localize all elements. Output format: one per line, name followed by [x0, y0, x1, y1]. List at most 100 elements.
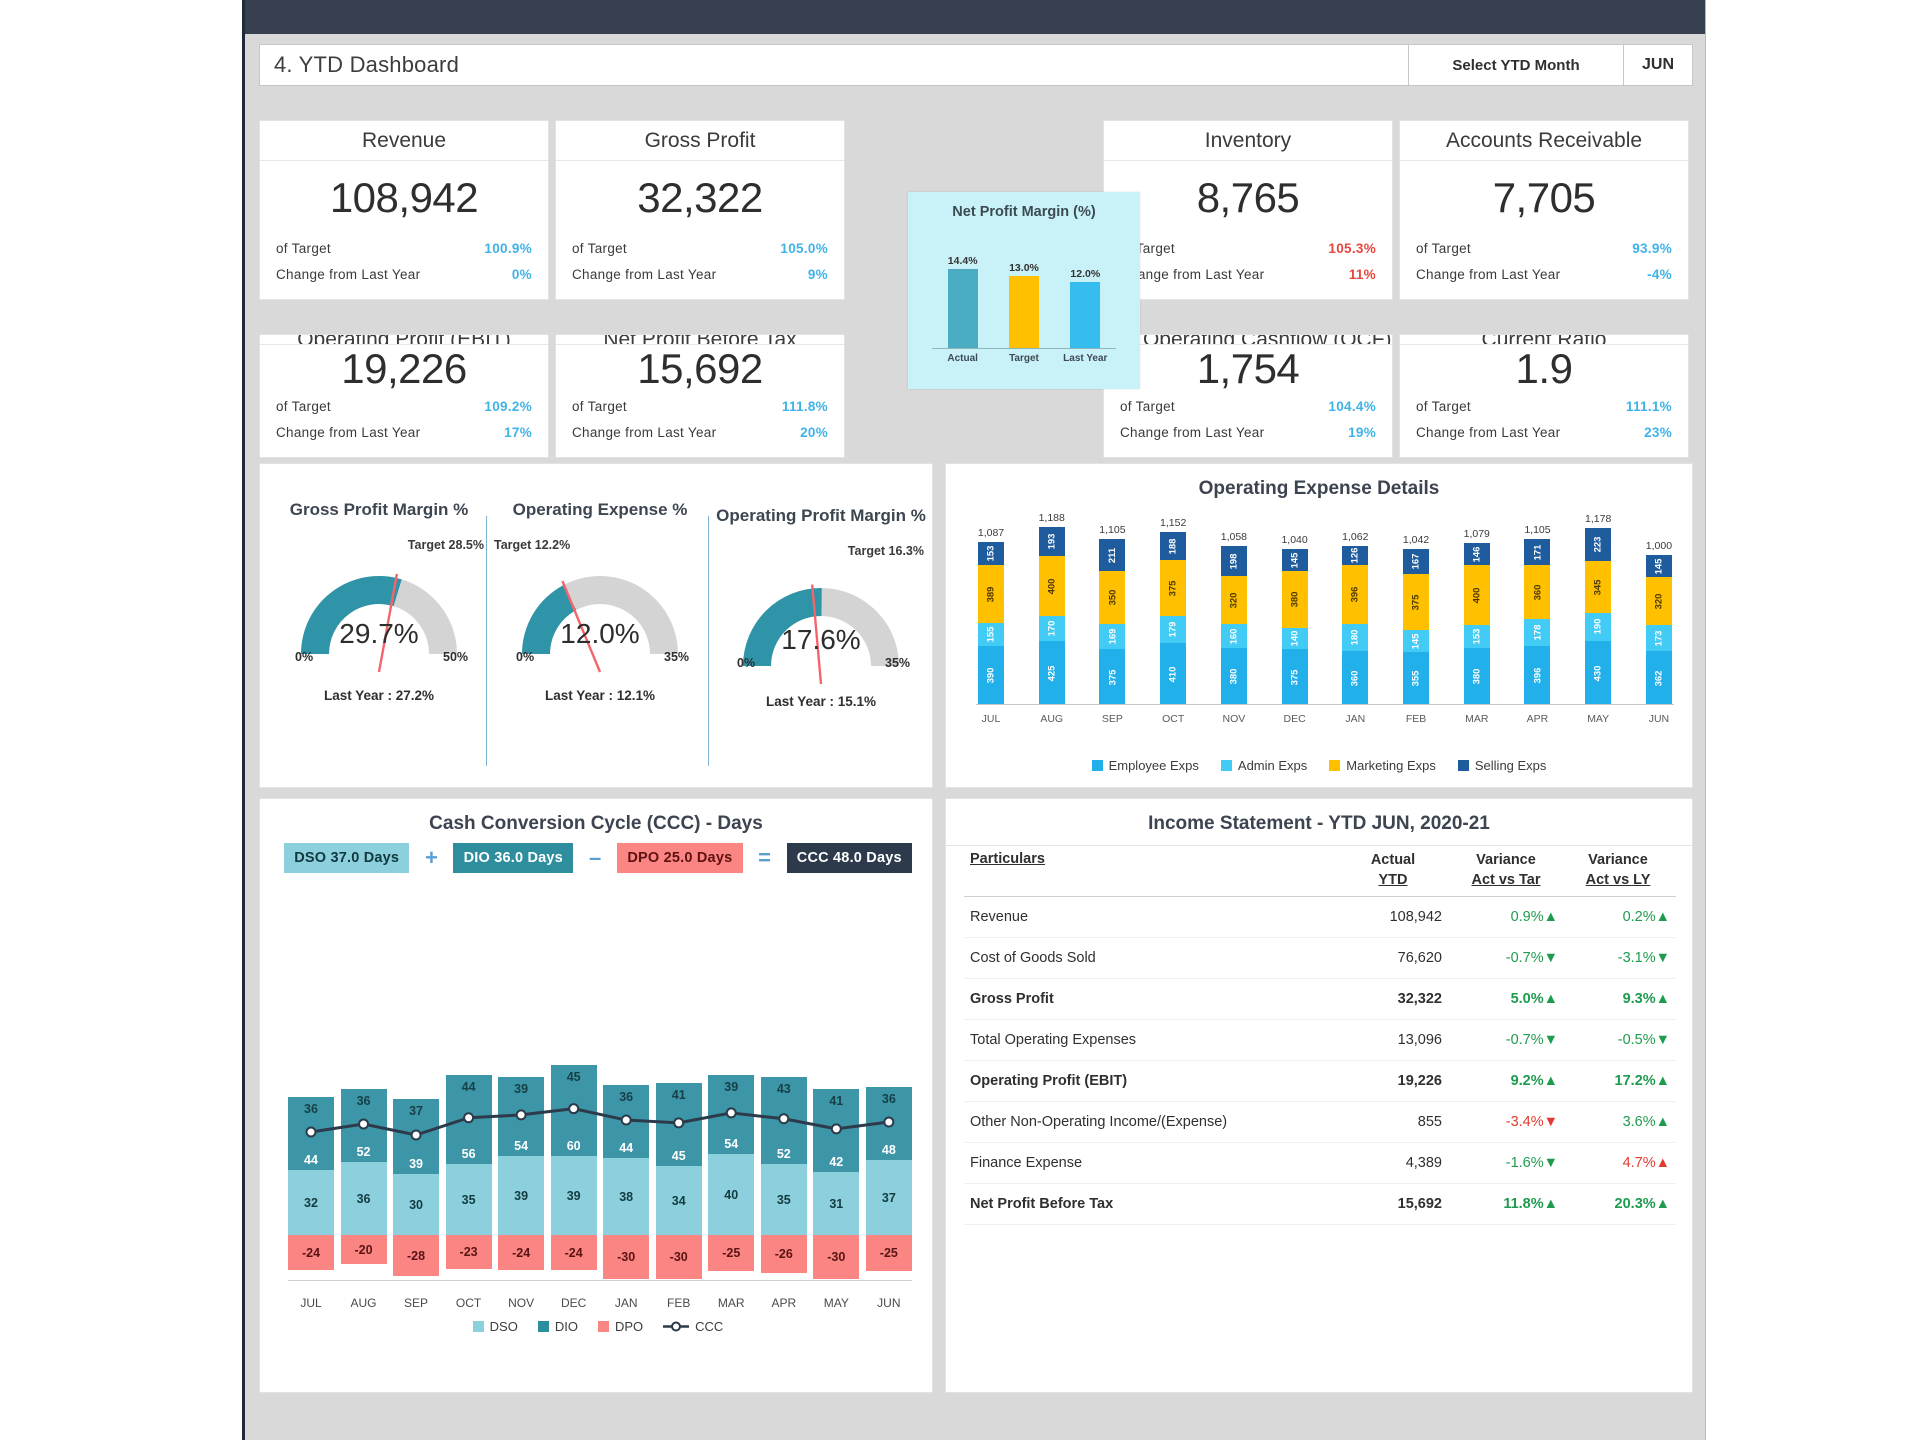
kpi-change-label: Change from Last Year: [1120, 424, 1265, 440]
legend-label: CCC: [695, 1319, 724, 1334]
opex-segment: 188: [1160, 532, 1187, 560]
kpi-target-label: of Target: [1120, 398, 1175, 414]
opex-bar-column: 1,062 126 396 180 360: [1340, 531, 1370, 705]
kpi-target-row: of Target 111.1%: [1416, 393, 1672, 419]
opex-total-label: 1,105: [1099, 524, 1126, 536]
opex-bar-column: 1,152 188 375 179 410: [1158, 517, 1188, 705]
income-statement-title: Income Statement - YTD JUN, 2020-21: [946, 799, 1692, 846]
ccc-dso-segment: 40: [708, 1154, 755, 1235]
ccc-legend-item: DIO: [537, 1319, 578, 1334]
opex-segment: 190: [1585, 612, 1612, 642]
opex-bar-column: 1,105 211 350 169 375: [1097, 524, 1127, 705]
opex-title: Operating Expense Details: [1198, 478, 1440, 499]
net-profit-margin-popup[interactable]: Net Profit Margin (%) 14.4% 13.0% 12.0% …: [908, 192, 1140, 389]
kpi-change-label: Change from Last Year: [276, 424, 421, 440]
opex-segment: 410: [1160, 643, 1187, 705]
opex-stack: 145 380 140 375: [1281, 549, 1308, 705]
opex-segment: 389: [978, 565, 1004, 623]
row-actual: 32,322: [1397, 991, 1442, 1008]
ccc-x-label: MAY: [823, 1296, 849, 1310]
opex-bar-column: 1,000 145 320 173 362: [1644, 540, 1674, 705]
ccc-ccc-value: 60: [566, 1139, 581, 1153]
kpi-target-row: of Target 111.8%: [572, 393, 828, 419]
popup-title: Net Profit Margin (%): [952, 204, 1096, 220]
kpi-card-revenue: Revenue 108,942 of Target 100.9% Change …: [259, 120, 549, 300]
opex-segment: 179: [1160, 616, 1187, 643]
ccc-dio-value: 36: [619, 1090, 634, 1104]
ccc-dpo-segment: -30: [813, 1235, 860, 1279]
opex-stack: 223 345 190 430: [1585, 528, 1612, 706]
opex-segment: 320: [1220, 576, 1247, 624]
opex-stack: 171 360 178 396: [1524, 539, 1551, 705]
ccc-ccc-value: 52: [776, 1147, 791, 1161]
popup-bar-label: 14.4%: [947, 255, 978, 267]
legend-swatch-icon: [472, 1321, 484, 1332]
opex-segment: 380: [1281, 571, 1308, 628]
row-variance-ly: 20.3%▲: [1566, 1196, 1676, 1212]
popup-bars: 14.4% 13.0% 12.0%: [932, 234, 1116, 349]
ytd-month-selector[interactable]: JUN: [1624, 44, 1693, 86]
row-variance-target: -0.7%▼: [1454, 950, 1566, 966]
ccc-ccc-value: 52: [356, 1145, 371, 1159]
ccc-dso-segment: 30: [393, 1174, 440, 1235]
ccc-positive-stack: 37 39 30: [393, 1099, 440, 1235]
popup-bar-last-year: 12.0%: [1059, 234, 1111, 348]
popup-bar-rect: [1008, 276, 1039, 348]
ccc-bar-column: 36 48 37 -25: [865, 899, 912, 1290]
col-variance-target: Variance Act vs Tar: [1454, 851, 1566, 890]
opex-segment: 375: [1403, 574, 1430, 630]
ccc-x-label: OCT: [455, 1296, 482, 1310]
opex-legend-item: Employee Exps: [1091, 758, 1199, 773]
ccc-dio-value: 39: [724, 1080, 739, 1094]
kpi-change-row: Change from Last Year 23%: [1416, 419, 1672, 445]
kpi-card-net-profit-before-tax: Net Profit Before Tax 15,692 of Target 1…: [555, 334, 845, 458]
opex-bar-column: 1,087 153 389 155 390: [976, 527, 1006, 705]
gauge-min-label: 0%: [295, 650, 314, 664]
gauge-title: Operating Profit Margin %: [716, 506, 926, 525]
ccc-dpo-segment: -23: [445, 1235, 492, 1269]
kpi-metrics: of Target 111.1% Change from Last Year 2…: [1400, 393, 1688, 457]
gauge-divider: [486, 516, 487, 766]
row-label: Cost of Goods Sold: [970, 950, 1096, 967]
kpi-change-row: Change from Last Year 9%: [572, 261, 828, 287]
gauge-target-label: Target 16.3%: [847, 544, 924, 558]
opex-segment: 390: [978, 646, 1004, 704]
kpi-card-gross-profit: Gross Profit 32,322 of Target 105.0% Cha…: [555, 120, 845, 300]
ccc-x-label: AUG: [350, 1296, 377, 1310]
opex-segment: 425: [1038, 641, 1065, 705]
ccc-positive-stack: 45 60 39: [550, 1065, 597, 1235]
opex-bar-columns: 1,087 153 389 155 390 1,188 193 400 170 425 1,10…: [976, 512, 1674, 706]
ccc-dio-segment: 36 44: [603, 1085, 650, 1158]
opex-segment: 126: [1342, 546, 1369, 565]
opex-stack: 146 400 153 380: [1463, 543, 1490, 705]
col-actual-line1: Actual: [1370, 852, 1416, 868]
ccc-title: Cash Conversion Cycle (CCC) - Days: [429, 813, 763, 834]
operating-expense-panel: Operating Expense Details 1,087 153 389 15…: [945, 463, 1693, 788]
ccc-dso-segment: 38: [603, 1158, 650, 1235]
ccc-bar-column: 41 45 34 -30: [655, 899, 702, 1290]
ccc-dpo-segment: -24: [288, 1235, 334, 1270]
popup-bar-label: 12.0%: [1070, 268, 1101, 280]
opex-total-label: 1,058: [1220, 531, 1248, 543]
title-bar: [245, 0, 1705, 34]
legend-label: Marketing Exps: [1346, 758, 1436, 773]
ccc-panel: Cash Conversion Cycle (CCC) - Days DSO 3…: [259, 798, 933, 1393]
gauge-last-year: Last Year : 12.1%: [544, 688, 656, 703]
opex-segment: 380: [1463, 648, 1490, 705]
opex-segment: 153: [1463, 625, 1490, 648]
kpi-metrics: of Target 100.9% Change from Last Year 0…: [260, 235, 548, 299]
opex-segment: 360: [1524, 565, 1551, 619]
kpi-metrics: of Target 109.2% Change from Last Year 1…: [260, 393, 548, 457]
variance-value: 0.9%▲: [1510, 909, 1558, 926]
table-row: Operating Profit (EBIT) 19,226 9.2%▲ 17.…: [964, 1061, 1676, 1103]
opex-total-label: 1,079: [1463, 528, 1490, 540]
ccc-dso-segment: 35: [760, 1164, 807, 1235]
kpi-value: 7,705: [1492, 174, 1596, 221]
ccc-x-label: SEP: [404, 1296, 429, 1310]
opex-segment: 375: [1281, 649, 1308, 705]
opex-segment: 169: [1099, 624, 1126, 649]
opex-bar-column: 1,105 171 360 178 396: [1522, 524, 1552, 705]
gauge-target-label: Target 12.2%: [494, 538, 571, 552]
opex-x-label: JUL: [981, 713, 1001, 725]
row-label: Finance Expense: [970, 1155, 1083, 1172]
